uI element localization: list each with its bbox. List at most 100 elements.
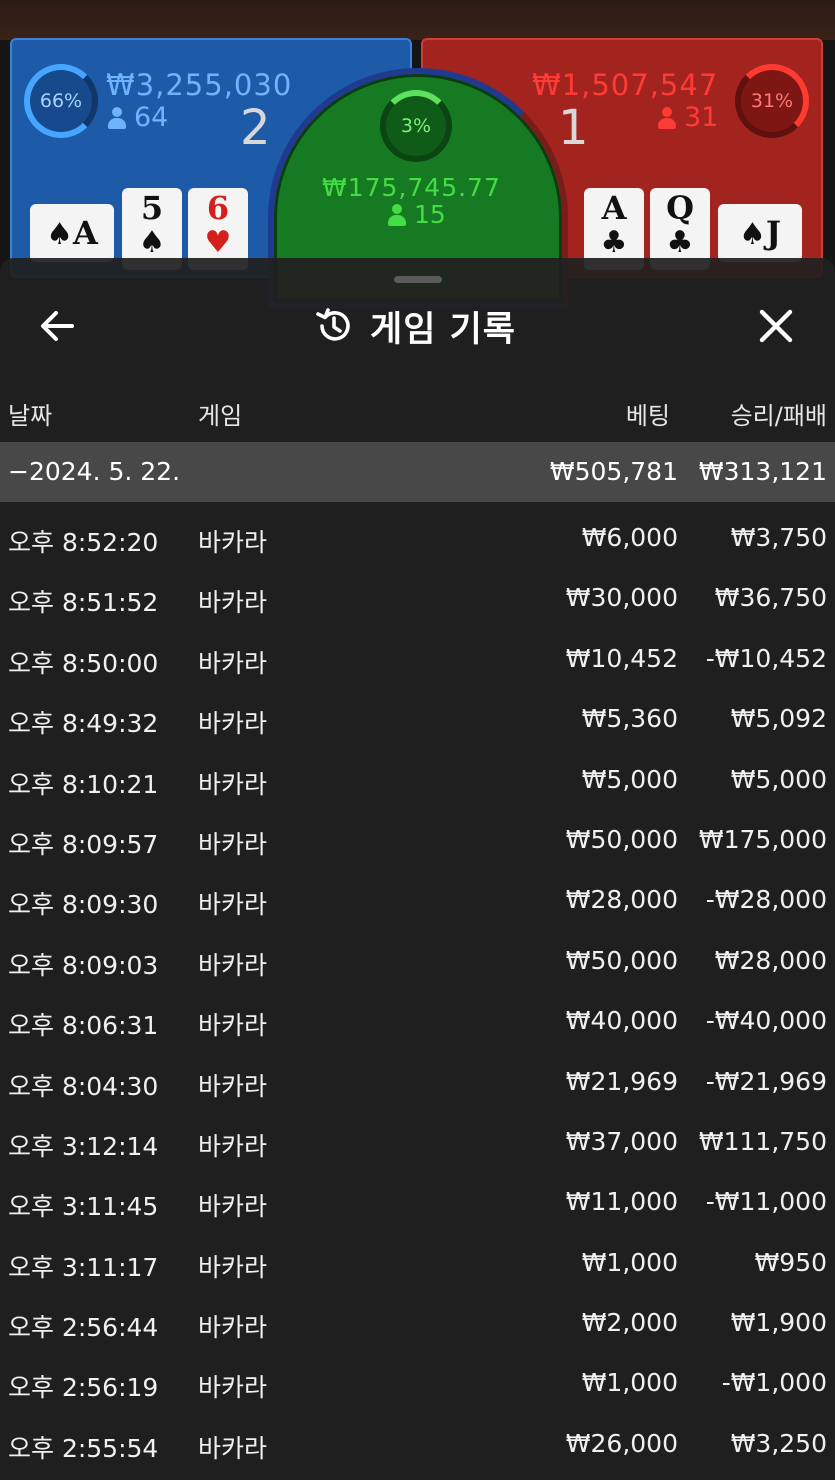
card-rank: 5 xyxy=(140,189,164,227)
column-date: 날짜 xyxy=(8,402,53,430)
history-game: 바카라 xyxy=(198,1373,268,1403)
history-time: 오후 3:11:45 xyxy=(8,1192,159,1222)
tie-percent: 3% xyxy=(400,115,432,137)
history-row[interactable]: 오후 3:12:14 바카라 ₩37,000 ₩111,750 xyxy=(0,1112,835,1172)
history-bet: ₩50,000 xyxy=(565,824,678,854)
history-row[interactable]: 오후 8:09:30 바카라 ₩28,000 -₩28,000 xyxy=(0,870,835,930)
card-rank: 6 xyxy=(206,189,230,227)
history-bet: ₩5,360 xyxy=(581,704,678,734)
card-rank: A xyxy=(73,214,98,252)
history-time: 오후 2:56:19 xyxy=(8,1373,159,1403)
banker-score: 1 xyxy=(558,100,589,156)
back-button[interactable] xyxy=(34,304,82,348)
history-row[interactable]: 오후 2:55:54 바카라 ₩26,000 ₩3,250 xyxy=(0,1414,835,1474)
tie-total-bet: ₩175,745.77 xyxy=(322,173,501,202)
history-row[interactable]: 오후 8:51:52 바카라 ₩30,000 ₩36,750 xyxy=(0,568,835,628)
history-result: -₩1,000 xyxy=(721,1368,827,1398)
history-time: 오후 8:09:57 xyxy=(8,829,159,859)
history-time: 오후 8:10:21 xyxy=(8,769,159,799)
history-result: -₩11,000 xyxy=(705,1187,827,1217)
back-arrow-icon xyxy=(41,311,74,341)
history-bet: ₩37,000 xyxy=(565,1126,678,1156)
history-game: 바카라 xyxy=(198,1192,268,1222)
history-game: 바카라 xyxy=(198,769,268,799)
column-headers: 날짜 게임 베팅 승리/패배 xyxy=(0,388,835,436)
tie-bettor-count: 15 xyxy=(388,200,446,229)
history-row[interactable]: 오후 2:56:19 바카라 ₩1,000 -₩1,000 xyxy=(0,1353,835,1413)
history-row[interactable]: 오후 8:50:00 바카라 ₩10,452 -₩10,452 xyxy=(0,629,835,689)
banker-total-bet: ₩1,507,547 xyxy=(532,68,719,102)
history-result: ₩5,092 xyxy=(730,704,827,734)
history-row[interactable]: 오후 8:09:03 바카라 ₩50,000 ₩28,000 xyxy=(0,931,835,991)
history-result: -₩28,000 xyxy=(705,885,827,915)
history-row[interactable]: 오후 8:04:30 바카라 ₩21,969 -₩21,969 xyxy=(0,1052,835,1112)
history-game: 바카라 xyxy=(198,648,268,678)
history-result: -₩40,000 xyxy=(705,1006,827,1036)
history-result: -₩10,452 xyxy=(705,643,827,673)
history-game: 바카라 xyxy=(198,890,268,920)
date-group-result-total: ₩313,121 xyxy=(698,457,827,486)
history-row[interactable]: 오후 8:10:21 바카라 ₩5,000 ₩5,000 xyxy=(0,750,835,810)
history-time: 오후 3:11:17 xyxy=(8,1252,159,1282)
banker-percent: 31% xyxy=(750,90,794,112)
banker-count-value: 31 xyxy=(684,102,719,133)
history-row[interactable]: 오후 3:11:17 바카라 ₩1,000 ₩950 xyxy=(0,1233,835,1293)
history-bet: ₩40,000 xyxy=(565,1006,678,1036)
history-row[interactable]: 오후 2:56:44 바카라 ₩2,000 ₩1,900 xyxy=(0,1293,835,1353)
history-bet: ₩11,000 xyxy=(565,1187,678,1217)
playing-card: ♠J xyxy=(718,204,802,262)
playing-card: ♠A xyxy=(30,204,114,262)
history-time: 오후 8:49:32 xyxy=(8,709,159,739)
player-count-value: 64 xyxy=(134,102,169,133)
history-row[interactable]: 오후 8:52:20 바카라 ₩6,000 ₩3,750 xyxy=(0,508,835,568)
history-game: 바카라 xyxy=(198,829,268,859)
history-row[interactable]: 오후 3:11:45 바카라 ₩11,000 -₩11,000 xyxy=(0,1172,835,1232)
card-suit-icon: ♥ xyxy=(204,225,232,260)
history-row[interactable]: 오후 8:06:31 바카라 ₩40,000 -₩40,000 xyxy=(0,991,835,1051)
history-game: 바카라 xyxy=(198,709,268,739)
column-result: 승리/패배 xyxy=(730,402,827,430)
top-bar xyxy=(0,0,835,40)
history-result: ₩5,000 xyxy=(730,764,827,794)
history-game: 바카라 xyxy=(198,1131,268,1161)
history-game: 바카라 xyxy=(198,1433,268,1463)
history-row[interactable]: 오후 8:09:57 바카라 ₩50,000 ₩175,000 xyxy=(0,810,835,870)
history-bet: ₩21,969 xyxy=(565,1066,678,1096)
card-suit-icon: ♠ xyxy=(46,217,74,252)
history-bet: ₩5,000 xyxy=(581,764,678,794)
date-group-bet-total: ₩505,781 xyxy=(549,457,678,486)
player-score: 2 xyxy=(240,100,271,156)
history-time: 오후 2:55:54 xyxy=(8,1433,159,1463)
history-row[interactable]: 오후 8:49:32 바카라 ₩5,360 ₩5,092 xyxy=(0,689,835,749)
modal-title: 게임 기록 xyxy=(370,309,516,350)
history-game: 바카라 xyxy=(198,588,268,618)
history-game: 바카라 xyxy=(198,1313,268,1343)
banker-percent-ring: 31% xyxy=(735,64,809,138)
card-rank: Q xyxy=(666,189,694,227)
card-suit-icon: ♠ xyxy=(738,217,766,252)
history-result: ₩3,250 xyxy=(730,1428,827,1458)
history-bet: ₩28,000 xyxy=(565,885,678,915)
history-time: 오후 3:12:14 xyxy=(8,1131,159,1161)
history-time: 오후 8:50:00 xyxy=(8,648,159,678)
history-game: 바카라 xyxy=(198,1252,268,1282)
date-group-label: −2024. 5. 22. xyxy=(8,457,181,486)
history-game: 바카라 xyxy=(198,950,268,980)
history-result: ₩111,750 xyxy=(698,1126,827,1156)
history-time: 오후 8:06:31 xyxy=(8,1011,159,1041)
history-time: 오후 8:51:52 xyxy=(8,588,159,618)
card-suit-icon: ♣ xyxy=(666,225,694,260)
close-button[interactable] xyxy=(752,302,800,350)
history-time: 오후 8:04:30 xyxy=(8,1071,159,1101)
history-icon xyxy=(316,308,350,341)
date-group-row[interactable]: −2024. 5. 22. ₩505,781 ₩313,121 xyxy=(0,442,835,502)
history-result: ₩950 xyxy=(754,1247,827,1277)
drag-handle[interactable] xyxy=(394,276,442,283)
history-bet: ₩26,000 xyxy=(565,1428,678,1458)
history-bet: ₩30,000 xyxy=(565,583,678,613)
history-bet: ₩1,000 xyxy=(581,1368,678,1398)
history-game: 바카라 xyxy=(198,1071,268,1101)
history-bet: ₩10,452 xyxy=(565,643,678,673)
history-result: -₩21,969 xyxy=(705,1066,827,1096)
person-icon xyxy=(388,203,406,226)
